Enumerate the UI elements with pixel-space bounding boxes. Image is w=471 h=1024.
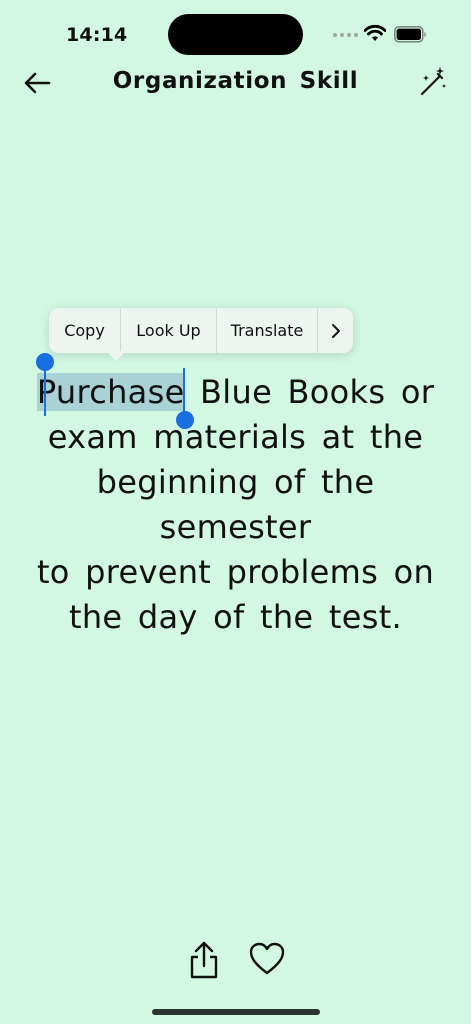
home-indicator[interactable] <box>152 1009 320 1015</box>
bottom-toolbar <box>0 936 471 986</box>
text-selection-menu: Copy Look Up Translate <box>49 308 353 353</box>
selection-end-line <box>183 368 185 416</box>
heart-icon[interactable] <box>249 942 285 976</box>
more-menu-button[interactable] <box>318 308 353 353</box>
wifi-icon <box>364 24 386 41</box>
quote-line-2: exam materials at the <box>47 418 424 456</box>
quote-text[interactable]: Purchase Blue Books or exam materials at… <box>18 370 453 640</box>
quote-line-1-rest: Blue Books or <box>200 373 435 411</box>
status-time: 14:14 <box>66 24 128 46</box>
quote-line-3: beginning of the semester <box>96 463 375 546</box>
battery-icon <box>394 26 426 43</box>
selected-word[interactable]: Purchase <box>36 373 185 411</box>
quote-line-1: Purchase Blue Books or <box>18 370 453 415</box>
translate-menu-item[interactable]: Translate <box>217 308 318 353</box>
magic-wand-icon[interactable] <box>416 66 448 98</box>
selection-end-handle[interactable] <box>176 411 194 429</box>
selection-start-line <box>44 368 46 416</box>
quote-line-5: the day of the test. <box>68 598 403 636</box>
chevron-right-icon <box>331 323 340 338</box>
selection-start-handle[interactable] <box>36 353 54 371</box>
copy-menu-item[interactable]: Copy <box>49 308 121 353</box>
page-title: Organization Skill <box>112 68 359 94</box>
look-up-menu-item[interactable]: Look Up <box>121 308 217 353</box>
share-icon[interactable] <box>187 940 221 980</box>
nav-bar: Organization Skill <box>0 56 471 110</box>
quote-line-4: to prevent problems on <box>36 553 435 591</box>
cellular-signal-icon <box>333 33 358 37</box>
menu-pointer <box>106 351 126 361</box>
dynamic-island <box>168 14 303 55</box>
